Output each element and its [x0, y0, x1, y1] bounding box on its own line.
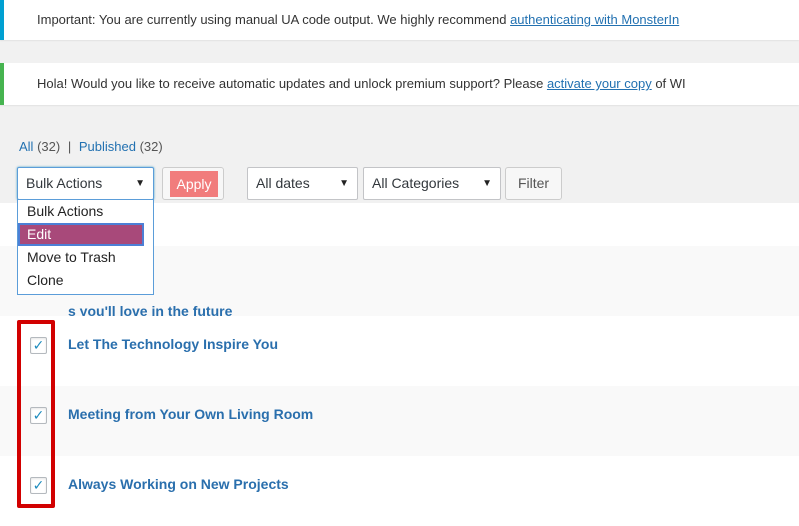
apply-button[interactable]: Apply: [162, 167, 224, 200]
dropdown-option-edit[interactable]: Edit: [18, 223, 144, 246]
filter-separator: |: [67, 139, 72, 154]
status-filters: All (32) | Published (32): [19, 139, 163, 154]
annotation-highlight-box: [17, 320, 55, 508]
categories-select[interactable]: All Categories ▼: [363, 167, 501, 200]
dates-select[interactable]: All dates ▼: [247, 167, 358, 200]
table-row: ✓ Meeting from Your Own Living Room: [0, 386, 799, 456]
table-row: ✓ Always Working on New Projects: [0, 456, 799, 526]
chevron-down-icon: ▼: [482, 178, 492, 189]
dates-value: All dates: [256, 175, 310, 191]
post-title-link[interactable]: Let The Technology Inspire You: [68, 336, 278, 352]
activate-copy-link[interactable]: activate your copy: [547, 76, 652, 91]
post-title-link[interactable]: Meeting from Your Own Living Room: [68, 406, 313, 422]
post-title-link[interactable]: Always Working on New Projects: [68, 476, 289, 492]
bulk-actions-value: Bulk Actions: [26, 175, 103, 191]
filter-button[interactable]: Filter: [505, 167, 562, 200]
table-row: ✓ Let The Technology Inspire You: [0, 316, 799, 386]
notice-text-after: of WI: [651, 76, 686, 91]
bulk-actions-select[interactable]: Bulk Actions ▼: [17, 167, 154, 200]
monsterinsights-notice: Important: You are currently using manua…: [0, 0, 799, 40]
categories-value: All Categories: [372, 175, 460, 191]
filter-all-link[interactable]: All (32): [19, 139, 60, 154]
authenticate-link[interactable]: authenticating with MonsterIn: [510, 12, 679, 27]
filter-published-link[interactable]: Published (32): [79, 139, 163, 154]
notice-text: Important: You are currently using manua…: [37, 12, 511, 27]
notice-text: Hola! Would you like to receive automati…: [37, 76, 547, 91]
chevron-down-icon: ▼: [135, 178, 145, 189]
bulk-actions-dropdown: Bulk Actions Edit Move to Trash Clone: [17, 199, 154, 295]
dropdown-option-move-to-trash[interactable]: Move to Trash: [18, 246, 153, 269]
dropdown-option-bulk-actions[interactable]: Bulk Actions: [18, 200, 153, 223]
apply-label: Apply: [170, 171, 218, 197]
dropdown-option-clone[interactable]: Clone: [18, 269, 153, 292]
chevron-down-icon: ▼: [339, 178, 349, 189]
activation-notice: Hola! Would you like to receive automati…: [0, 63, 799, 105]
